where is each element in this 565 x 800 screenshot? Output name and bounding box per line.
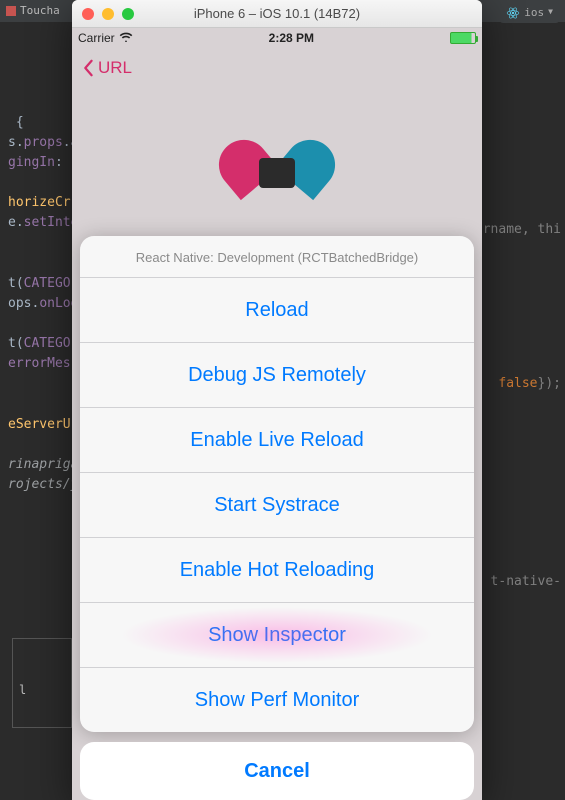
back-label: URL [98, 58, 132, 78]
battery-icon [450, 32, 476, 44]
carrier-label: Carrier [78, 31, 115, 45]
action-sheet-item-label: Show Inspector [208, 624, 346, 647]
app-content [72, 88, 482, 198]
action-sheet-list: React Native: Development (RCTBatchedBri… [80, 236, 474, 732]
action-sheet-item-label: Start Systrace [214, 494, 340, 517]
action-sheet-item-label: Reload [245, 299, 308, 322]
action-sheet-title: React Native: Development (RCTBatchedBri… [80, 236, 474, 277]
action-sheet-item[interactable]: Start Systrace [80, 472, 474, 537]
action-sheet-item-label: Enable Hot Reloading [180, 559, 375, 582]
status-bar: Carrier 2:28 PM [72, 28, 482, 48]
status-time: 2:28 PM [269, 31, 314, 45]
action-sheet-item-label: Show Perf Monitor [195, 689, 360, 712]
action-sheet-item[interactable]: Show Inspector [80, 602, 474, 667]
console-panel: l [12, 638, 72, 728]
zoom-icon[interactable] [122, 8, 134, 20]
minimize-icon[interactable] [102, 8, 114, 20]
run-config-label: ios [524, 4, 544, 21]
action-sheet: React Native: Development (RCTBatchedBri… [80, 236, 474, 800]
run-config-selector[interactable]: ios ▼ [500, 2, 559, 23]
app-logo [217, 128, 337, 198]
chevron-down-icon: ▼ [548, 6, 553, 18]
traffic-lights [72, 8, 134, 20]
phone-screen: Carrier 2:28 PM URL [72, 28, 482, 800]
action-sheet-item[interactable]: Reload [80, 277, 474, 342]
wifi-icon [119, 31, 133, 45]
window-titlebar[interactable]: iPhone 6 – iOS 10.1 (14B72) [72, 0, 482, 28]
action-sheet-item[interactable]: Debug JS Remotely [80, 342, 474, 407]
cancel-button[interactable]: Cancel [80, 742, 474, 800]
react-icon [506, 6, 520, 20]
action-sheet-item[interactable]: Enable Hot Reloading [80, 537, 474, 602]
simulator-window: iPhone 6 – iOS 10.1 (14B72) Carrier 2:28… [72, 0, 482, 800]
file-icon [6, 6, 16, 16]
cancel-label: Cancel [244, 760, 310, 783]
chevron-left-icon [82, 59, 94, 77]
action-sheet-item-label: Debug JS Remotely [188, 364, 366, 387]
ide-tab-label[interactable]: Toucha [20, 2, 60, 19]
action-sheet-item-label: Enable Live Reload [190, 429, 363, 452]
action-sheet-item[interactable]: Show Perf Monitor [80, 667, 474, 732]
close-icon[interactable] [82, 8, 94, 20]
action-sheet-item[interactable]: Enable Live Reload [80, 407, 474, 472]
navigation-bar: URL [72, 48, 482, 88]
back-button[interactable]: URL [82, 58, 132, 78]
console-text: l [19, 681, 26, 700]
